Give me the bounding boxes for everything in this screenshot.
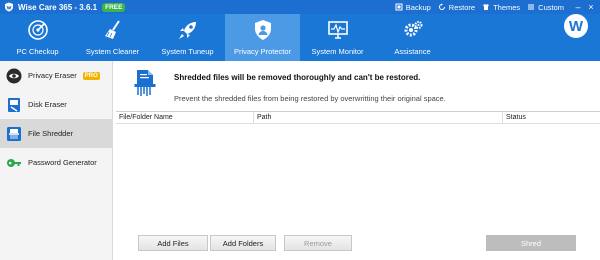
sidebar-item-disk-eraser-label: Disk Eraser bbox=[28, 100, 67, 109]
backup-button[interactable]: Backup bbox=[395, 3, 431, 12]
column-header-name[interactable]: File/Folder Name bbox=[116, 112, 254, 124]
key-icon bbox=[6, 155, 22, 171]
sidebar-item-password-generator-label: Password Generator bbox=[28, 158, 97, 167]
tab-system-tuneup-label: System Tuneup bbox=[161, 47, 214, 56]
shredder-description: Prevent the shredded files from being re… bbox=[174, 94, 446, 103]
rocket-icon bbox=[177, 19, 199, 41]
sidebar: Privacy Eraser PRO Disk Eraser File Shre… bbox=[0, 61, 113, 260]
sidebar-item-file-shredder-label: File Shredder bbox=[28, 129, 74, 138]
add-files-button[interactable]: Add Files bbox=[138, 235, 208, 251]
tab-system-monitor-label: System Monitor bbox=[311, 47, 364, 56]
tab-pc-checkup-label: PC Checkup bbox=[16, 47, 59, 56]
tab-system-monitor[interactable]: System Monitor bbox=[300, 14, 375, 61]
action-bar: Add Files Add Folders Remove Shred bbox=[114, 233, 600, 253]
custom-icon bbox=[528, 4, 535, 10]
title-bar: Wise Care 365 - 3.6.1 FREE Backup Restor… bbox=[0, 0, 600, 14]
sidebar-item-password-generator[interactable]: Password Generator bbox=[0, 148, 112, 177]
themes-label: Themes bbox=[493, 2, 521, 12]
column-header-status[interactable]: Status bbox=[503, 112, 600, 124]
backup-icon bbox=[395, 3, 403, 11]
remove-button[interactable]: Remove bbox=[284, 235, 352, 251]
add-folders-button[interactable]: Add Folders bbox=[210, 235, 276, 251]
restore-label: Restore bbox=[448, 2, 476, 12]
file-shredder-illustration-icon bbox=[134, 70, 156, 96]
file-shredder-panel: Shredded files will be removed thoroughl… bbox=[114, 61, 600, 260]
shredder-icon bbox=[6, 126, 22, 142]
eye-icon bbox=[6, 68, 22, 84]
sidebar-item-disk-eraser[interactable]: Disk Eraser bbox=[0, 90, 112, 119]
shred-button[interactable]: Shred bbox=[486, 235, 576, 251]
broom-icon bbox=[102, 19, 124, 41]
tab-assistance-label: Assistance bbox=[394, 47, 431, 56]
custom-label: Custom bbox=[538, 2, 564, 12]
custom-button[interactable]: Custom bbox=[527, 3, 564, 12]
tab-pc-checkup[interactable]: PC Checkup bbox=[0, 14, 75, 61]
app-logo-icon bbox=[5, 2, 13, 12]
themes-button[interactable]: Themes bbox=[482, 3, 520, 12]
tab-privacy-protector-label: Privacy Protector bbox=[233, 47, 292, 56]
column-header-path[interactable]: Path bbox=[254, 112, 503, 124]
close-button[interactable]: × bbox=[585, 0, 597, 14]
minimize-button[interactable]: – bbox=[572, 0, 584, 14]
pc-checkup-icon bbox=[27, 19, 49, 41]
backup-label: Backup bbox=[405, 2, 431, 12]
gears-icon bbox=[402, 19, 424, 41]
table-header: File/Folder Name Path Status bbox=[116, 112, 600, 124]
avatar[interactable]: W bbox=[564, 14, 588, 38]
sidebar-item-privacy-eraser-label: Privacy Eraser bbox=[28, 71, 77, 80]
info-header: Shredded files will be removed thoroughl… bbox=[114, 61, 600, 111]
shield-user-icon bbox=[252, 19, 274, 41]
files-table[interactable]: File/Folder Name Path Status bbox=[116, 111, 600, 235]
monitor-icon bbox=[327, 19, 349, 41]
themes-icon bbox=[483, 4, 490, 10]
tab-system-cleaner[interactable]: System Cleaner bbox=[75, 14, 150, 61]
restore-icon bbox=[438, 3, 445, 10]
app-title: Wise Care 365 - 3.6.1 bbox=[18, 2, 98, 12]
sidebar-item-file-shredder[interactable]: File Shredder bbox=[0, 119, 112, 148]
tab-system-tuneup[interactable]: System Tuneup bbox=[150, 14, 225, 61]
restore-button[interactable]: Restore bbox=[438, 3, 475, 12]
tab-assistance[interactable]: Assistance bbox=[375, 14, 450, 61]
tab-system-cleaner-label: System Cleaner bbox=[85, 47, 140, 56]
tab-privacy-protector[interactable]: Privacy Protector bbox=[225, 14, 300, 61]
free-badge: FREE bbox=[102, 2, 126, 12]
sidebar-item-privacy-eraser[interactable]: Privacy Eraser PRO bbox=[0, 61, 112, 90]
main-nav: PC Checkup System Cleaner System Tuneup bbox=[0, 14, 600, 61]
pro-badge: PRO bbox=[82, 71, 100, 80]
shredder-headline: Shredded files will be removed thoroughl… bbox=[174, 73, 421, 82]
disk-icon bbox=[6, 97, 22, 113]
